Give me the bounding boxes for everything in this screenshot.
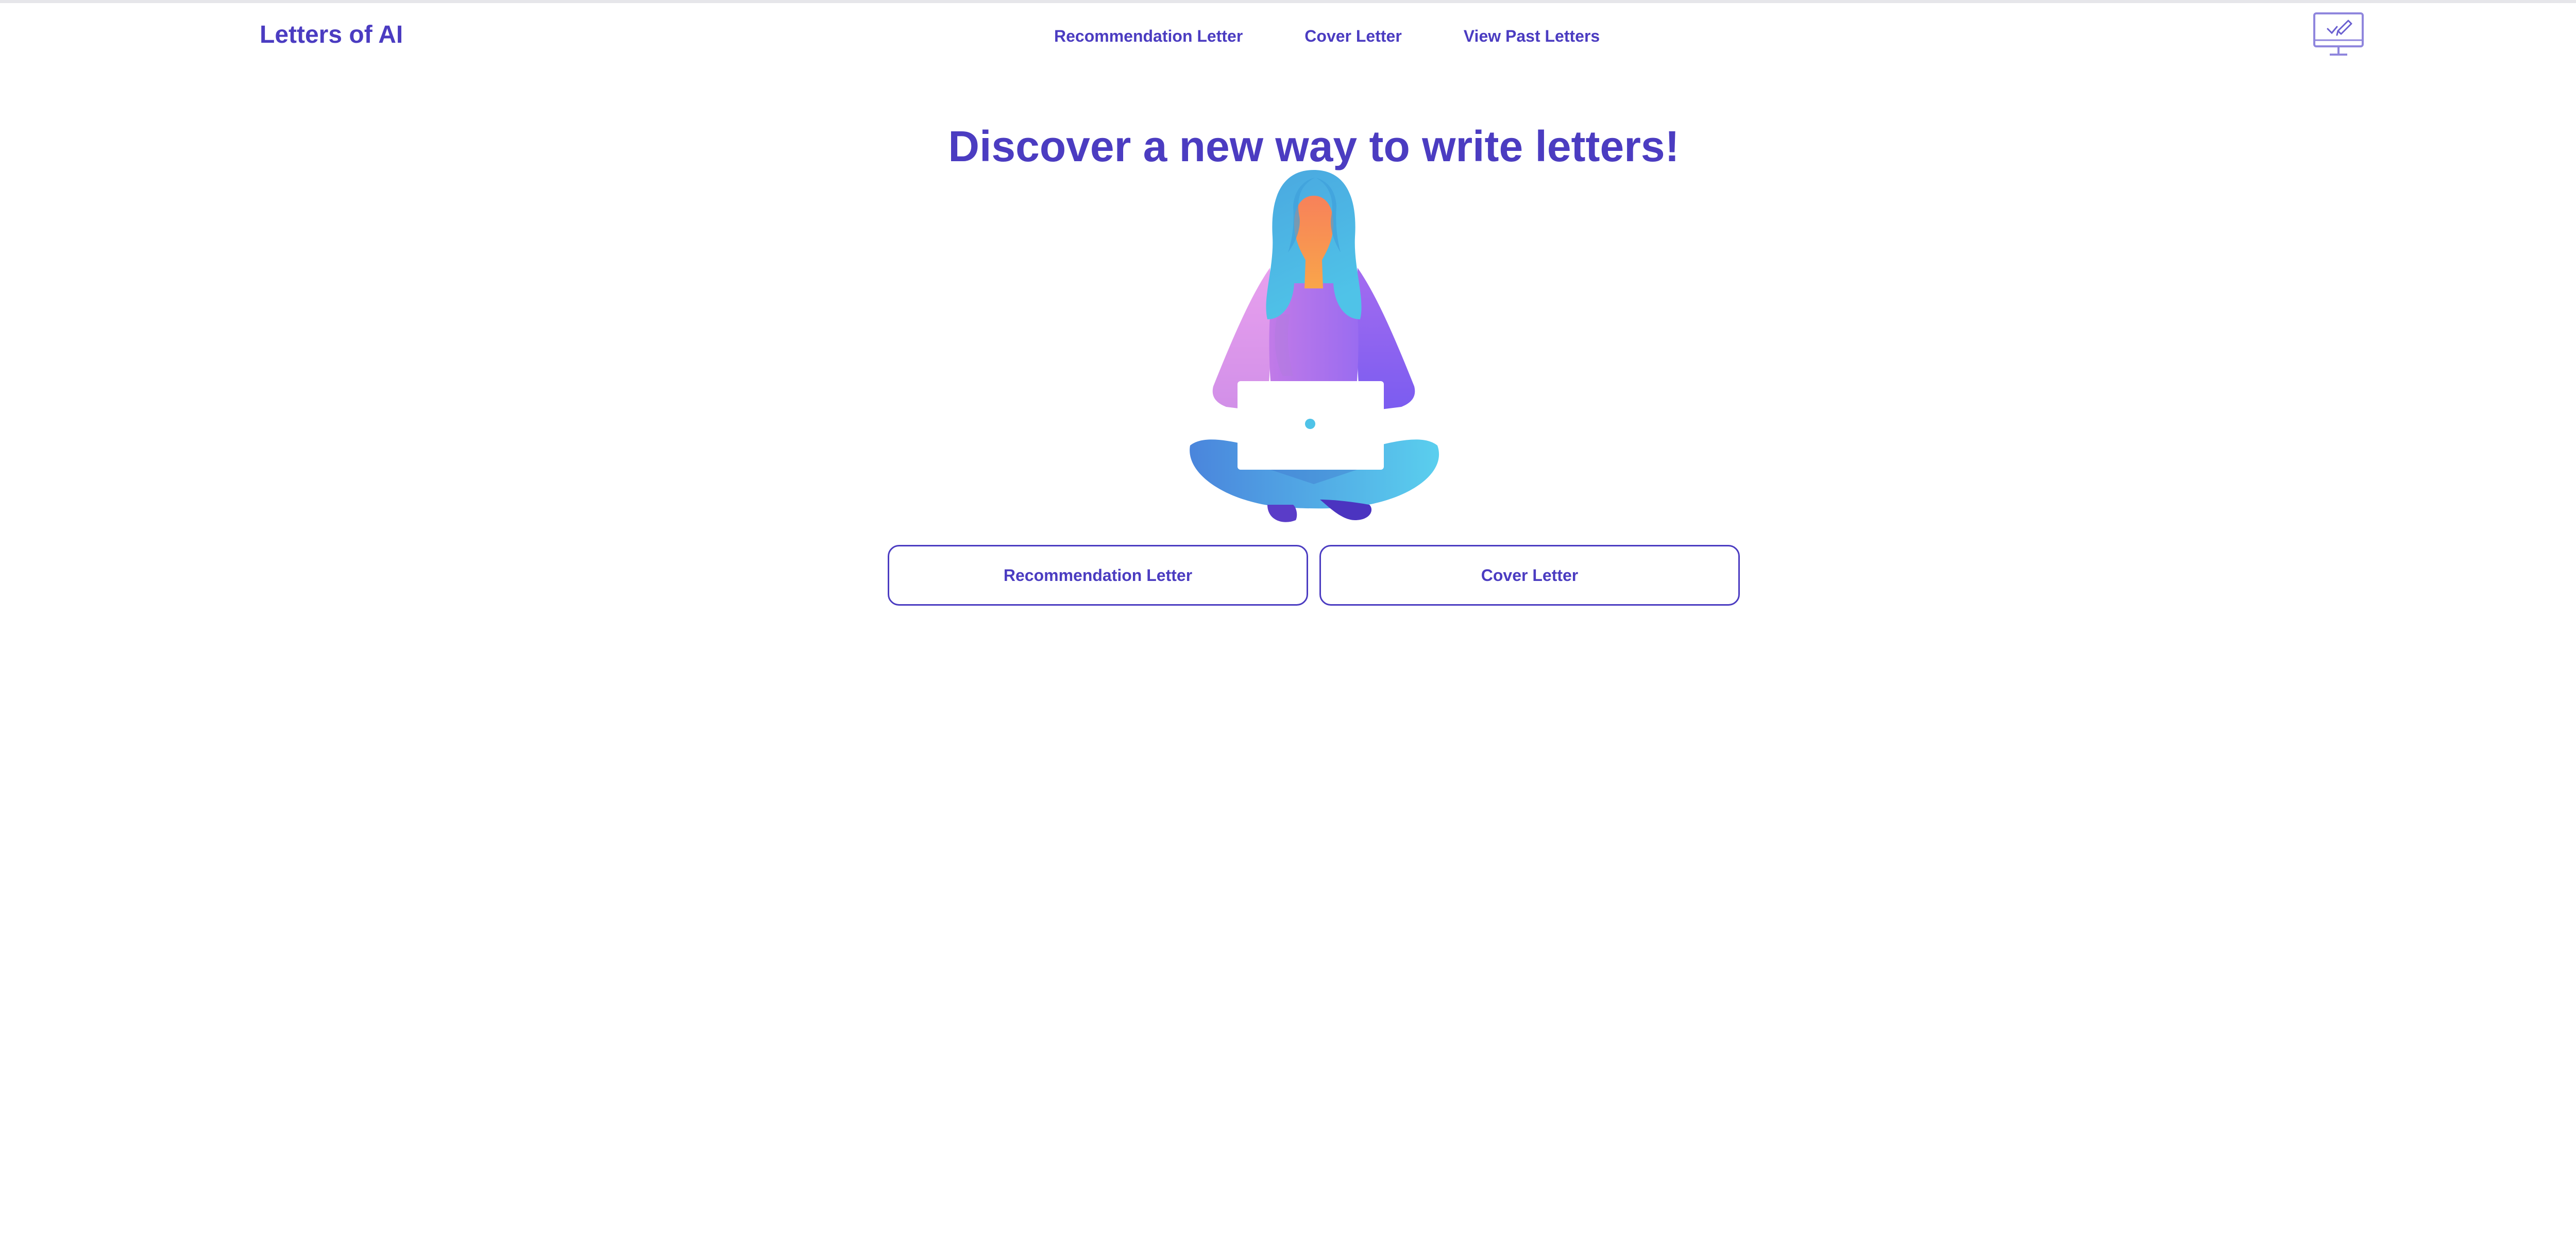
woman-with-laptop-illustration <box>1180 165 1448 530</box>
recommendation-letter-button[interactable]: Recommendation Letter <box>888 545 1308 606</box>
nav-recommendation-letter[interactable]: Recommendation Letter <box>1054 27 1243 46</box>
nav-links: Recommendation Letter Cover Letter View … <box>1054 27 1600 46</box>
cover-letter-button[interactable]: Cover Letter <box>1319 545 1740 606</box>
hero-title: Discover a new way to write letters! <box>948 122 1680 171</box>
navbar: Letters of AI Recommendation Letter Cove… <box>0 3 2576 65</box>
brand-title[interactable]: Letters of AI <box>260 21 403 49</box>
monitor-pen-icon[interactable] <box>2312 10 2365 60</box>
cta-buttons: Recommendation Letter Cover Letter <box>888 545 1740 606</box>
nav-view-past-letters[interactable]: View Past Letters <box>1464 27 1600 46</box>
nav-cover-letter[interactable]: Cover Letter <box>1304 27 1402 46</box>
